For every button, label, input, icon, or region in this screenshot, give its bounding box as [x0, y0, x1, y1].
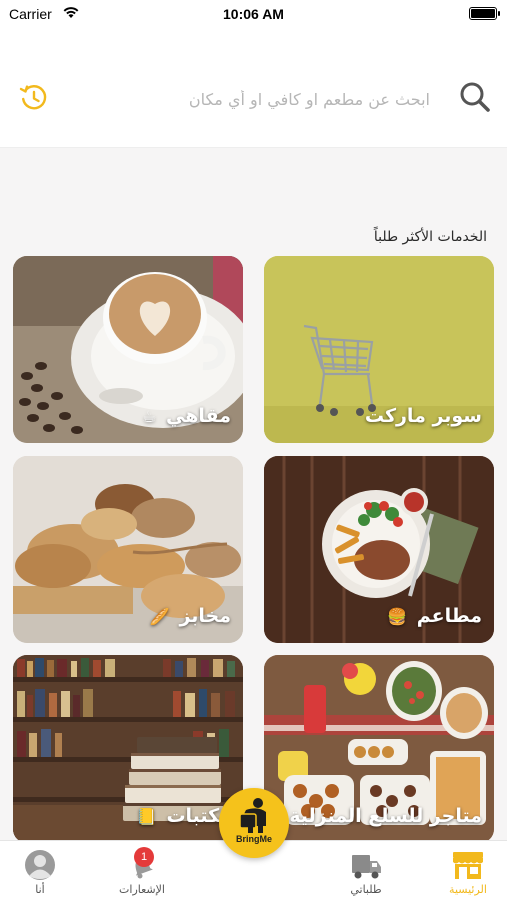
bringme-label: BringMe: [236, 834, 272, 844]
tab-orders[interactable]: طلباتي: [316, 843, 416, 899]
notification-badge: 1: [134, 847, 154, 867]
clock: 10:06 AM: [223, 6, 284, 22]
section-title: الخدمات الأكثر طلباً: [373, 229, 487, 245]
tab-notifications[interactable]: 1 الإشعارات: [92, 843, 192, 899]
tab-orders-label: طلباتي: [350, 883, 382, 896]
tile-label: سوبر ماركت: [364, 405, 482, 427]
tile-label: مطاعم 🍔: [387, 605, 482, 627]
tile-label: متاجر للسلع المنزلية 🏪: [264, 805, 482, 827]
user-avatar-icon: [25, 850, 55, 880]
tile-restaurants[interactable]: مطاعم 🍔: [264, 456, 494, 643]
store-icon: [453, 852, 483, 879]
bringme-button[interactable]: BringMe: [219, 788, 289, 858]
tab-me-label: أنا: [35, 883, 45, 896]
tile-cafes[interactable]: مقاهي ☕: [13, 256, 243, 443]
delivery-truck-icon: [352, 855, 381, 879]
tile-bookstores[interactable]: مكتبات 📒: [13, 655, 243, 843]
tile-bakeries[interactable]: مخابز 🥖: [13, 456, 243, 643]
search-header: [0, 28, 507, 148]
status-bar: Carrier 10:06 AM: [0, 0, 507, 28]
tile-home-goods[interactable]: متاجر للسلع المنزلية 🏪: [264, 655, 494, 843]
tile-label: مكتبات 📒: [136, 805, 231, 827]
tab-home[interactable]: الرئيسية: [418, 843, 507, 899]
tile-label: مخابز 🥖: [149, 605, 231, 627]
tab-me[interactable]: أنا: [0, 843, 90, 899]
search-input[interactable]: [80, 84, 430, 114]
tab-notifications-label: الإشعارات: [119, 883, 165, 896]
search-icon[interactable]: [458, 80, 492, 114]
tab-home-label: الرئيسية: [449, 883, 487, 896]
tile-supermarket[interactable]: سوبر ماركت: [264, 256, 494, 443]
tile-label: مقاهي ☕: [142, 405, 231, 427]
battery-icon: [469, 7, 500, 20]
history-icon[interactable]: [18, 82, 50, 114]
delivery-person-icon: [239, 798, 266, 833]
